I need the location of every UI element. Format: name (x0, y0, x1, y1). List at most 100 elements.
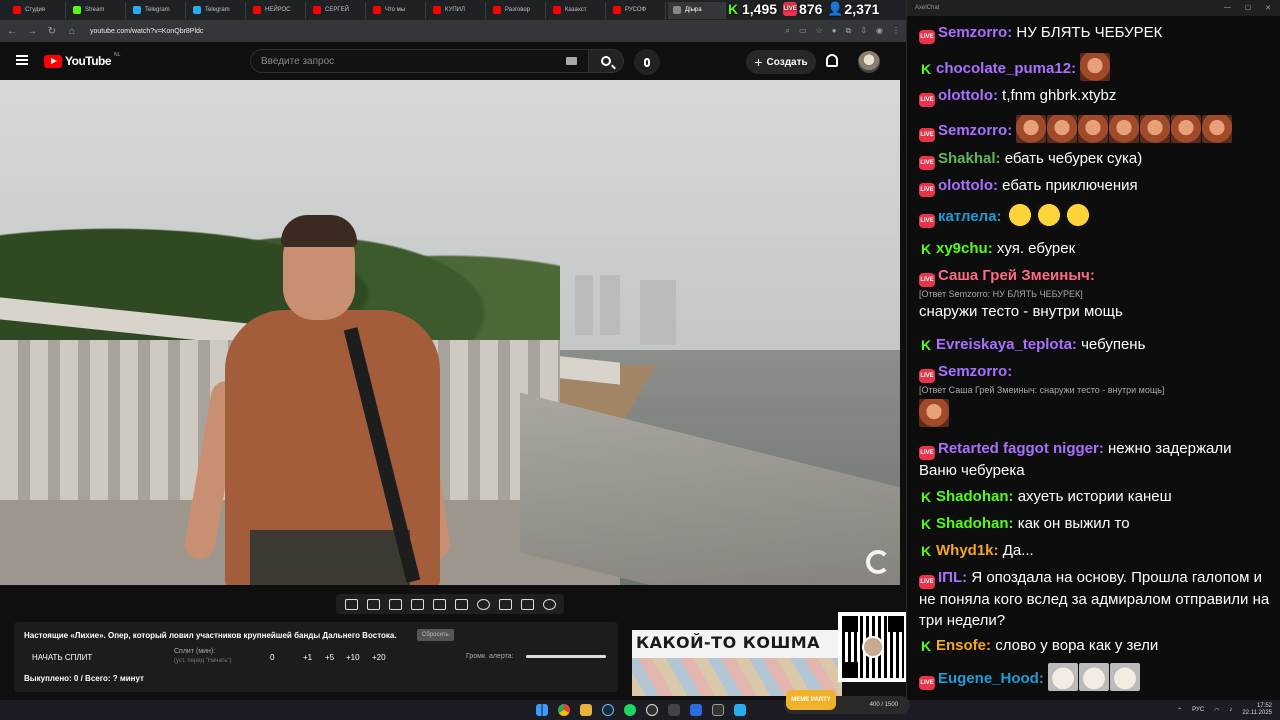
chat-username[interactable]: катлела (938, 208, 997, 225)
back-icon[interactable]: ← (6, 26, 18, 37)
chat-username[interactable]: IΠL (938, 569, 962, 586)
menu-dots-icon[interactable]: ⋮ (892, 26, 900, 36)
maximize-icon[interactable]: ☐ (1245, 4, 1251, 12)
home-icon[interactable]: ⌂ (66, 26, 78, 37)
tab-favicon-icon (553, 6, 561, 14)
increment-button[interactable]: +1 (303, 653, 312, 662)
bookmark-star-icon[interactable]: ☆ (816, 26, 823, 36)
account-avatar[interactable] (858, 51, 880, 73)
create-button[interactable]: + Создать (746, 50, 816, 74)
keyboard-icon[interactable] (566, 57, 577, 65)
search-button[interactable] (588, 49, 624, 73)
chat-username[interactable]: chocolate_puma12 (936, 60, 1071, 77)
chat-username[interactable]: olottolo (938, 87, 993, 104)
extensions-puzzle-icon[interactable]: ⧉ (846, 26, 852, 36)
volume-icon[interactable]: ♪ (1229, 707, 1232, 713)
extension-icon[interactable]: ● (832, 26, 837, 36)
url-field[interactable]: youtube.com/watch?v=KonQbr8Pldc (90, 28, 203, 35)
forward-icon[interactable]: → (26, 26, 38, 37)
stream-counters: K 1,495 LIVE 876 👤 2,371 (726, 0, 880, 18)
download-icon[interactable]: ⇩ (860, 26, 867, 36)
reload-icon[interactable]: ↻ (46, 26, 58, 37)
folder-icon[interactable] (580, 704, 592, 716)
chat-username[interactable]: Semzorro (938, 122, 1007, 139)
chat-username[interactable]: Shakhal (938, 150, 996, 167)
browser-tab[interactable]: Разговор (488, 1, 546, 19)
voice-search-button[interactable] (634, 49, 660, 75)
browser-tab[interactable]: Telegram (128, 1, 186, 19)
chat-username[interactable]: Semzorro (938, 24, 1007, 41)
browser-tab[interactable]: Казахст (548, 1, 606, 19)
chat-username[interactable]: xy9chu (936, 240, 988, 257)
youtube-play-icon (44, 54, 62, 68)
chat-message: LIVE Саша Грей Змеиныч: [Ответ Semzorro: … (919, 265, 1271, 322)
chat-message-list[interactable]: LIVE Semzorro: НУ БЛЯТЬ ЧЕБУРЕК Kchocolate… (907, 18, 1280, 698)
youtube-logo[interactable]: YouTube NL (44, 52, 120, 68)
spotify-icon[interactable] (624, 704, 636, 716)
zoom-icon[interactable]: ⌕ (786, 26, 790, 36)
clock[interactable]: 17:52 22.11.2025 (1242, 703, 1272, 717)
chat-username[interactable]: Retarted faggot nigger (938, 440, 1099, 457)
picture-in-picture-icon[interactable] (432, 598, 446, 610)
split-value[interactable]: 0 (270, 653, 274, 662)
chat-username[interactable]: Саша Грей Змеиныч (938, 267, 1090, 284)
chat-username[interactable]: Shadohan (936, 488, 1009, 505)
browser-tab[interactable]: РУСОФ (608, 1, 666, 19)
chat-username[interactable]: olottolo (938, 177, 993, 194)
browser-tab[interactable]: Stream (68, 1, 126, 19)
face-emote-icon (1109, 115, 1140, 143)
reset-button[interactable]: Сбросить (417, 629, 454, 641)
start-split-button[interactable]: НАЧАТЬ СПЛИТ (32, 653, 92, 662)
chat-username[interactable]: Eugene_Hood (938, 670, 1039, 687)
browser-tab[interactable]: СЕРГЕЙ (308, 1, 366, 19)
minimize-icon[interactable]: — (1224, 4, 1231, 12)
screenshot-camera-icon[interactable] (520, 598, 534, 610)
browser-tab[interactable]: Telegram (188, 1, 246, 19)
notifications-bell-icon[interactable] (826, 54, 838, 67)
chat-username[interactable]: Whyd1k (936, 542, 994, 559)
profile-icon[interactable]: ◉ (876, 26, 883, 36)
video-player[interactable] (0, 80, 900, 585)
keyboard-language[interactable]: РУС (1192, 707, 1204, 713)
kick-platform-icon: K (920, 61, 932, 77)
cinema-icon[interactable] (388, 598, 402, 610)
increment-button[interactable]: +5 (325, 653, 334, 662)
chrome-icon[interactable] (558, 704, 570, 716)
close-icon[interactable]: ✕ (1265, 4, 1271, 12)
obs-icon[interactable] (646, 704, 658, 716)
search-input[interactable]: Введите запрос (250, 49, 590, 73)
chat-message: LIVE olottolo: ебать приключения (919, 175, 1271, 197)
steam-icon[interactable] (602, 704, 614, 716)
browser-tab[interactable]: Что мы (368, 1, 426, 19)
browser-tab[interactable]: НЕЙРОС (248, 1, 306, 19)
chat-username[interactable]: Evreiskaya_teplota (936, 336, 1072, 353)
telegram-icon[interactable] (734, 704, 746, 716)
chat-username[interactable]: Semzorro (938, 363, 1007, 380)
app-icon[interactable] (668, 704, 680, 716)
browser-tab[interactable]: КУПИЛ (428, 1, 486, 19)
app-icon[interactable] (712, 704, 724, 716)
windows-start-icon[interactable] (536, 704, 548, 716)
menu-icon[interactable] (16, 55, 28, 65)
chat-username[interactable]: Ensofe (936, 637, 986, 654)
wifi-icon[interactable]: ◠ (1214, 707, 1219, 714)
audio-icon[interactable] (366, 598, 380, 610)
chat-window-title: AxelChat (915, 5, 940, 11)
tray-chevron-icon[interactable]: ⌃ (1177, 707, 1182, 714)
chat-message: K Shadohan: как он выжил то (919, 513, 1271, 534)
browser-tab[interactable]: Студия (8, 1, 66, 19)
youtube-logo-text: YouTube (65, 54, 112, 68)
speed-icon[interactable] (476, 598, 490, 610)
app-icon[interactable] (690, 704, 702, 716)
tab-label: Stream (85, 7, 105, 13)
add-icon[interactable] (498, 598, 512, 610)
increment-button[interactable]: +20 (372, 653, 386, 662)
cast-icon[interactable]: ▭ (799, 26, 807, 36)
chat-username[interactable]: Shadohan (936, 515, 1009, 532)
film-icon[interactable] (410, 598, 424, 610)
loop-icon[interactable] (344, 598, 358, 610)
browser-tab[interactable]: Д|ыра (668, 1, 726, 19)
frames-icon[interactable] (454, 598, 468, 610)
increment-button[interactable]: +10 (346, 653, 360, 662)
settings-gear-icon[interactable] (542, 598, 556, 610)
